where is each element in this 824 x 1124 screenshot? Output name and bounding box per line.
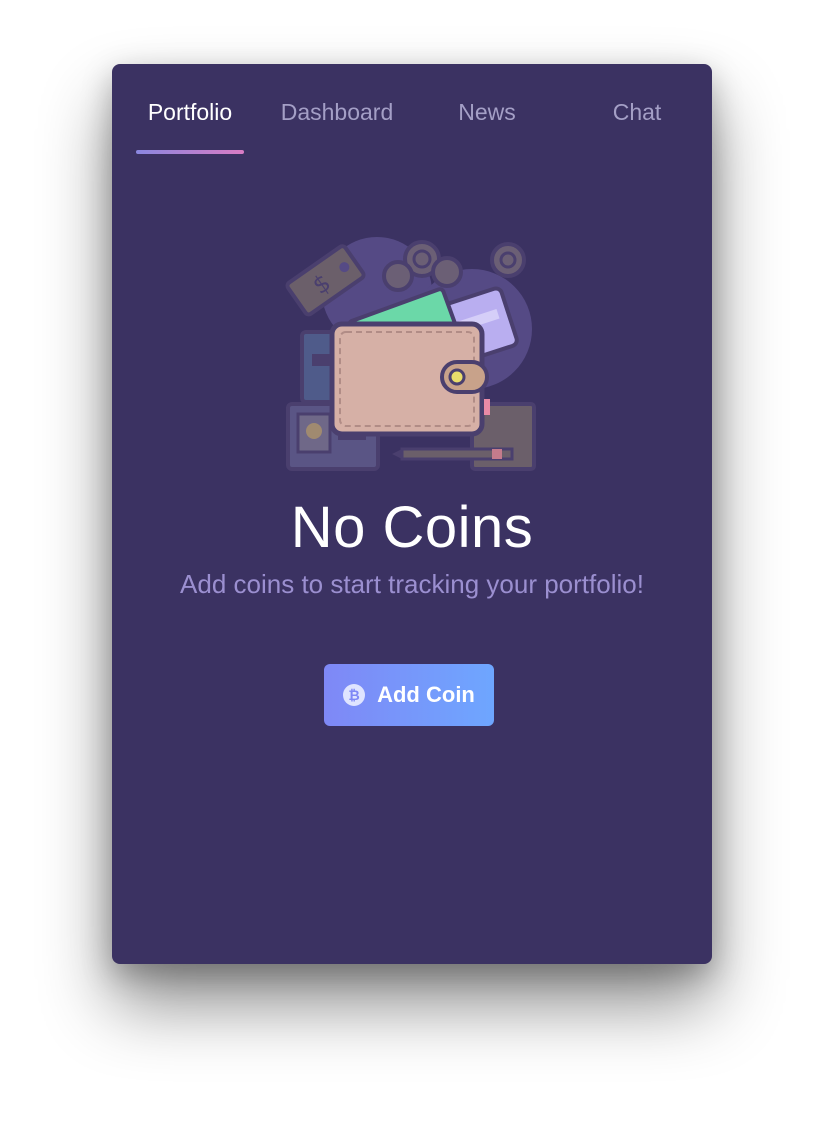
- empty-state-title: No Coins: [290, 495, 534, 560]
- empty-state-subtitle: Add coins to start tracking your portfol…: [180, 569, 644, 599]
- app-window: Portfolio Dashboard News Chat $ No Coins…: [112, 64, 712, 964]
- tab-dashboard[interactable]: Dashboard: [272, 94, 402, 130]
- tab-portfolio[interactable]: Portfolio: [136, 94, 244, 130]
- bitcoin-icon: ₿: [343, 684, 366, 706]
- tab-bar: Portfolio Dashboard News Chat: [112, 64, 712, 156]
- tab-chat[interactable]: Chat: [592, 94, 682, 130]
- add-coin-button[interactable]: ₿ Add Coin: [324, 664, 494, 726]
- tab-news[interactable]: News: [442, 94, 532, 130]
- active-tab-indicator: [136, 150, 244, 154]
- add-coin-label: Add Coin: [377, 682, 475, 707]
- wallet-illustration: $: [285, 237, 536, 471]
